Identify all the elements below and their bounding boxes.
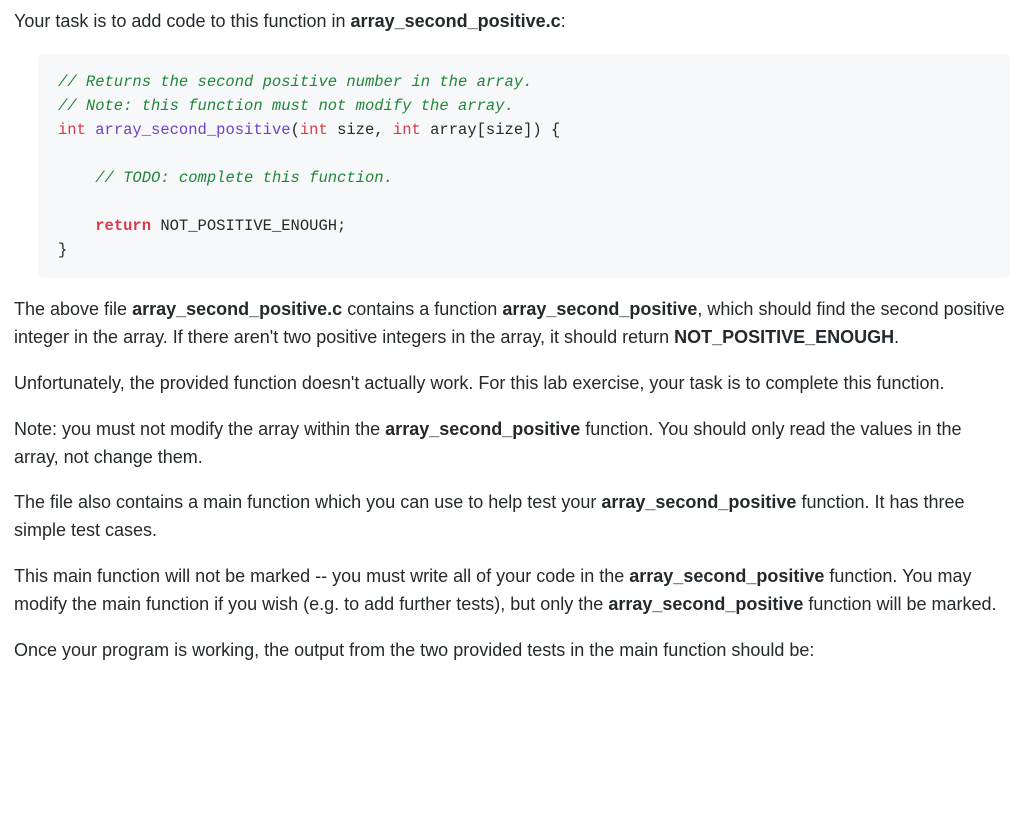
p1-b1: array_second_positive.c <box>132 299 342 319</box>
p3-b1: array_second_positive <box>385 419 580 439</box>
code-return-keyword: return <box>95 217 151 235</box>
paragraph-6: Once your program is working, the output… <box>14 637 1010 665</box>
intro-filename: array_second_positive.c <box>351 11 561 31</box>
code-keyword-int-3: int <box>393 121 421 139</box>
p5-b2: array_second_positive <box>608 594 803 614</box>
code-keyword-int-2: int <box>300 121 328 139</box>
paragraph-3: Note: you must not modify the array with… <box>14 416 1010 472</box>
code-sig-open: ( <box>291 121 300 139</box>
code-todo-comment: // TODO: complete this function. <box>95 169 393 187</box>
p1-b3: NOT_POSITIVE_ENOUGH <box>674 327 894 347</box>
intro-paragraph: Your task is to add code to this functio… <box>14 8 1010 36</box>
intro-prefix: Your task is to add code to this functio… <box>14 11 351 31</box>
p5-b1: array_second_positive <box>629 566 824 586</box>
document-content: Your task is to add code to this functio… <box>0 0 1024 701</box>
p5-t3: function will be marked. <box>803 594 996 614</box>
intro-suffix: : <box>561 11 566 31</box>
paragraph-2: Unfortunately, the provided function doe… <box>14 370 1010 398</box>
code-param-size: size, <box>328 121 393 139</box>
p1-t4: . <box>894 327 899 347</box>
code-close-brace: } <box>58 241 67 259</box>
paragraph-4: The file also contains a main function w… <box>14 489 1010 545</box>
code-comment-2: // Note: this function must not modify t… <box>58 97 514 115</box>
paragraph-1: The above file array_second_positive.c c… <box>14 296 1010 352</box>
p1-t2: contains a function <box>342 299 502 319</box>
p1-b2: array_second_positive <box>502 299 697 319</box>
code-block: // Returns the second positive number in… <box>38 54 1010 278</box>
code-function-name: array_second_positive <box>95 121 290 139</box>
p3-t1: Note: you must not modify the array with… <box>14 419 385 439</box>
code-comment-1: // Returns the second positive number in… <box>58 73 532 91</box>
paragraph-5: This main function will not be marked --… <box>14 563 1010 619</box>
p1-t1: The above file <box>14 299 132 319</box>
code-keyword-int: int <box>58 121 86 139</box>
code-param-array: array[size]) { <box>421 121 561 139</box>
code-return-value: NOT_POSITIVE_ENOUGH; <box>151 217 346 235</box>
p4-b1: array_second_positive <box>601 492 796 512</box>
p4-t1: The file also contains a main function w… <box>14 492 601 512</box>
p5-t1: This main function will not be marked --… <box>14 566 629 586</box>
